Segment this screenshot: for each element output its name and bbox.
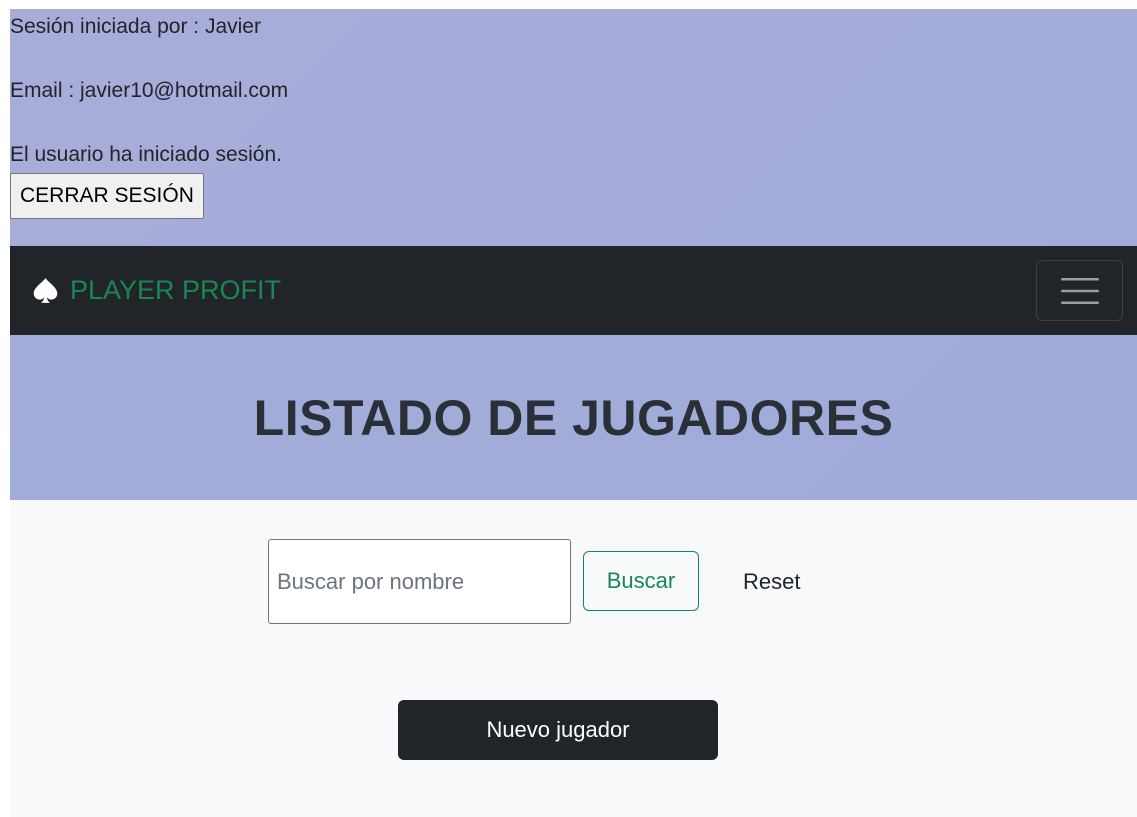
page-frame: Sesión iniciada por : Javier Email : jav… <box>10 9 1137 817</box>
logout-button[interactable]: CERRAR SESIÓN <box>10 173 204 219</box>
page-header: LISTADO DE JUGADORES <box>10 335 1137 500</box>
new-player-button[interactable]: Nuevo jugador <box>398 700 718 760</box>
session-status-text: El usuario ha iniciado sesión. <box>10 143 282 166</box>
navbar-toggler-button[interactable] <box>1036 260 1123 321</box>
reset-link[interactable]: Reset <box>743 569 800 595</box>
search-button[interactable]: Buscar <box>583 551 699 611</box>
session-email-text: Email : javier10@hotmail.com <box>10 79 289 102</box>
page-title: LISTADO DE JUGADORES <box>253 389 894 446</box>
navbar: PLAYER PROFIT <box>10 246 1137 335</box>
hamburger-menu-icon <box>1060 277 1099 304</box>
brand-text: PLAYER PROFIT <box>70 275 282 305</box>
navbar-brand[interactable]: PLAYER PROFIT <box>31 246 281 335</box>
search-input[interactable] <box>268 539 571 624</box>
session-panel: Sesión iniciada por : Javier Email : jav… <box>10 9 1137 246</box>
spade-icon <box>33 278 58 303</box>
session-user-text: Sesión iniciada por : Javier <box>10 15 261 38</box>
